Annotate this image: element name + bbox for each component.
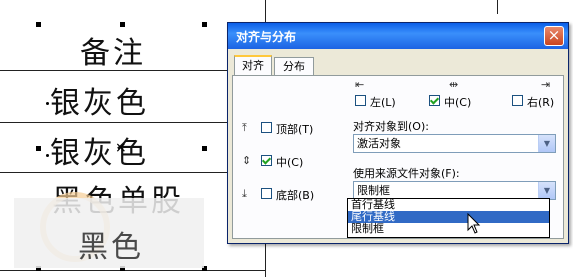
align-bottom-checkbox[interactable] bbox=[261, 188, 272, 199]
tab-align[interactable]: 对齐 bbox=[234, 55, 272, 76]
align-right-icon: ⇥ bbox=[541, 78, 551, 91]
align-middle-checkbox[interactable] bbox=[261, 155, 272, 166]
align-middle-icon: ⇕ bbox=[242, 154, 252, 167]
anchor-point bbox=[46, 102, 49, 105]
selection-handle[interactable] bbox=[120, 22, 125, 27]
source-value: 限制框 bbox=[357, 184, 390, 197]
mouse-pointer-icon bbox=[467, 213, 481, 234]
table-rule bbox=[0, 172, 265, 173]
align-left-label: 左(L) bbox=[370, 96, 396, 109]
tab-distribute[interactable]: 分布 bbox=[274, 57, 314, 76]
dialog-titlebar[interactable]: 对齐与分布 × bbox=[228, 23, 568, 49]
table-cell: 黑色 bbox=[78, 230, 144, 265]
align-right-checkbox[interactable] bbox=[512, 95, 523, 106]
align-left-checkbox[interactable] bbox=[355, 95, 366, 106]
align-top-label: 顶部(T) bbox=[276, 123, 314, 136]
close-button[interactable]: × bbox=[544, 26, 564, 46]
source-dropdown-list: 首行基线 尾行基线 限制框 bbox=[347, 198, 550, 238]
center-marker-icon: × bbox=[115, 140, 127, 156]
align-to-label: 对齐对象到(O): bbox=[353, 120, 429, 133]
align-middle-label: 中(C) bbox=[276, 156, 304, 169]
chevron-down-icon[interactable]: ▼ bbox=[538, 135, 555, 152]
dialog-title: 对齐与分布 bbox=[236, 30, 297, 44]
table-cell: 银灰色 bbox=[50, 136, 149, 171]
selection-handle[interactable] bbox=[36, 146, 41, 151]
selection-handle[interactable] bbox=[202, 22, 207, 27]
table-cell: 备注 bbox=[80, 36, 146, 71]
chevron-down-icon[interactable]: ▼ bbox=[538, 182, 555, 199]
table-rule bbox=[497, 0, 498, 14]
table-cell: 银灰色 bbox=[50, 86, 149, 121]
align-to-value: 激活对象 bbox=[357, 137, 401, 150]
align-center-horizontal-icon: ⇹ bbox=[449, 78, 459, 91]
align-left-icon: ⇤ bbox=[355, 78, 365, 91]
selection-handle[interactable] bbox=[202, 146, 207, 151]
dropdown-option[interactable]: 限制框 bbox=[348, 223, 549, 235]
align-right-label: 右(R) bbox=[527, 96, 555, 109]
align-bottom-label: 底部(B) bbox=[276, 189, 315, 202]
align-to-select[interactable]: 激活对象 ▼ bbox=[353, 134, 556, 153]
table-rule bbox=[0, 122, 265, 123]
selection-handle[interactable] bbox=[36, 22, 41, 27]
align-center-label: 中(C) bbox=[444, 96, 472, 109]
anchor-point bbox=[46, 154, 49, 157]
align-center-checkbox[interactable] bbox=[429, 95, 440, 106]
align-top-checkbox[interactable] bbox=[261, 122, 272, 133]
align-bottom-icon: ⤓ bbox=[242, 187, 247, 200]
source-label: 使用来源文件对象(F): bbox=[353, 167, 460, 180]
align-top-icon: ⤒ bbox=[242, 121, 247, 134]
